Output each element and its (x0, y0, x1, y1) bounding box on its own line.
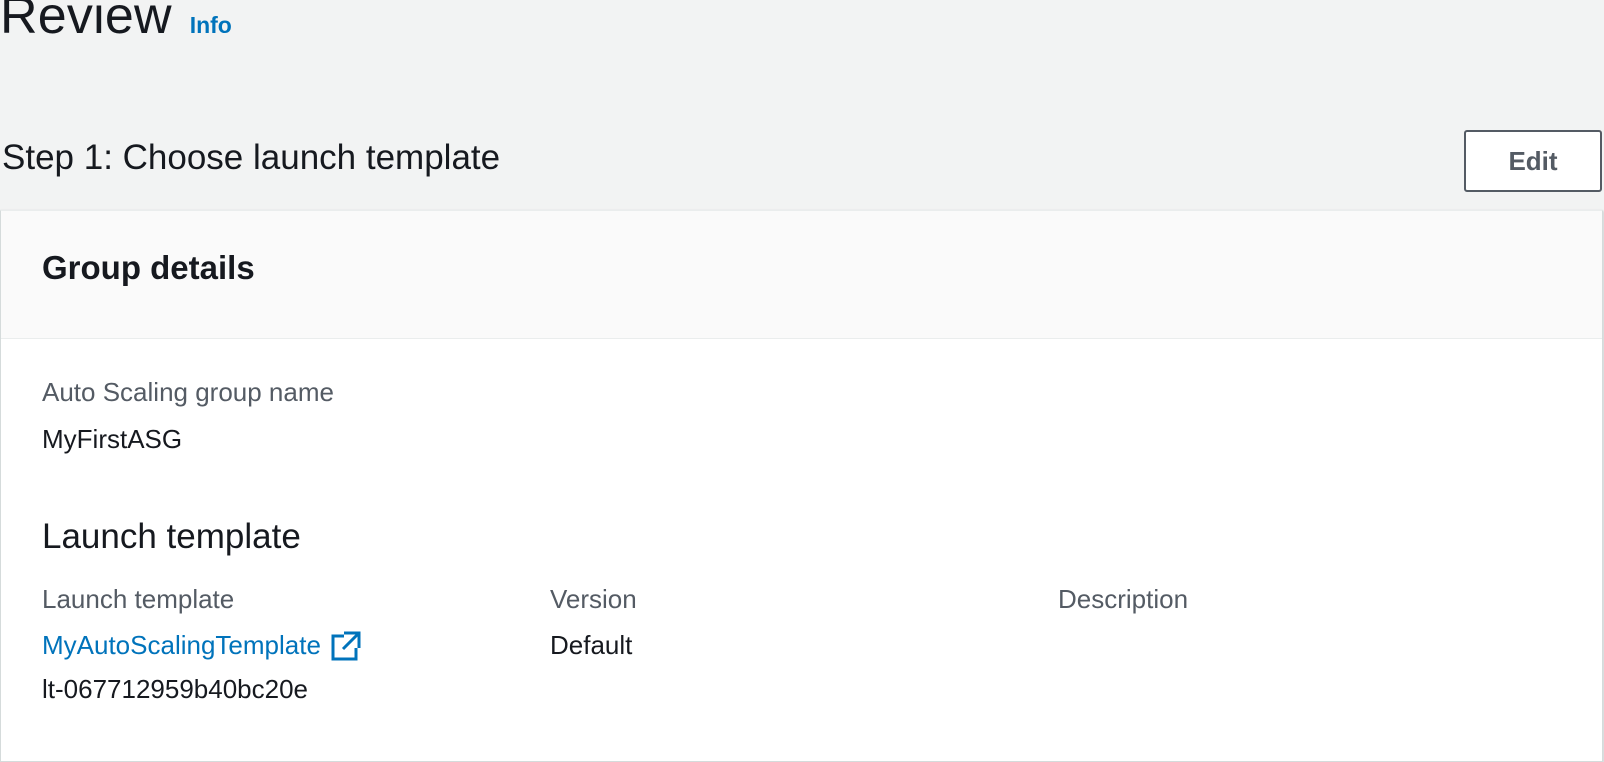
launch-template-id: lt-067712959b40bc20e (42, 674, 309, 704)
launch-template-link[interactable]: MyAutoScalingTemplate (42, 630, 361, 661)
version-value: Default (550, 630, 633, 660)
group-details-header: Group details (1, 211, 1602, 339)
launch-template-heading: Launch template (42, 517, 301, 556)
page-title: Review (0, 0, 172, 45)
step-1-header: Step 1: Choose launch template Edit (0, 130, 1604, 192)
group-details-container: Group details Auto Scaling group name My… (0, 210, 1603, 762)
group-details-title: Group details (42, 249, 255, 286)
launch-template-name: MyAutoScalingTemplate (42, 630, 321, 660)
version-label: Version (550, 584, 637, 614)
step-1-title: Step 1: Choose launch template (2, 138, 501, 177)
asg-name-value: MyFirstASG (42, 424, 183, 454)
edit-button[interactable]: Edit (1464, 130, 1602, 192)
asg-name-label: Auto Scaling group name (42, 377, 334, 407)
launch-template-label: Launch template (42, 584, 235, 614)
page-header: Review Info (0, 0, 232, 46)
description-label: Description (1058, 584, 1189, 614)
info-link[interactable]: Info (190, 12, 232, 39)
external-link-icon (331, 630, 361, 660)
